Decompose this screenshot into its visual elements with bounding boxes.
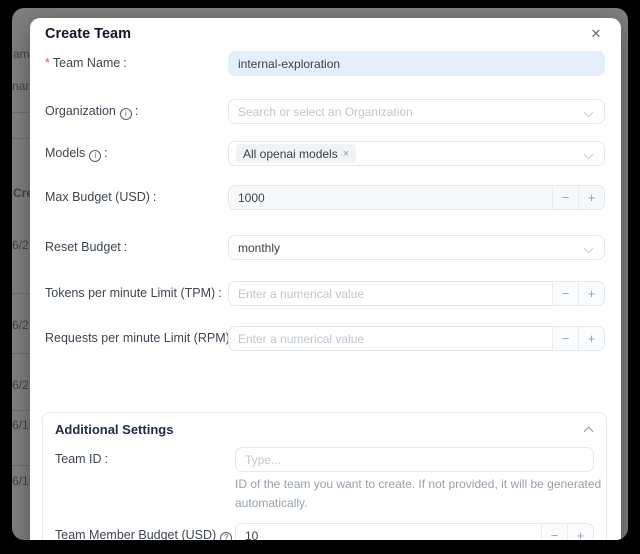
decrement-button[interactable]: − bbox=[552, 327, 578, 350]
additional-settings-title[interactable]: Additional Settings bbox=[55, 422, 173, 437]
team-member-budget-label: Team Member Budget (USD)?: bbox=[55, 523, 239, 540]
max-budget-field: − + bbox=[228, 185, 605, 210]
info-icon[interactable]: i bbox=[89, 150, 101, 162]
models-row: Modelsi: All openai models× bbox=[45, 141, 606, 166]
rpm-limit-row: Requests per minute Limit (RPM): − + bbox=[45, 326, 606, 351]
increment-button[interactable]: + bbox=[578, 282, 604, 305]
selected-model-tag[interactable]: All openai models× bbox=[236, 144, 356, 163]
background-table-fragment: 6/2 bbox=[12, 318, 29, 332]
rpm-limit-label: Requests per minute Limit (RPM): bbox=[45, 326, 236, 351]
models-multiselect[interactable]: All openai models× bbox=[228, 141, 605, 166]
background-table-fragment: nar bbox=[12, 79, 29, 93]
decrement-button[interactable]: − bbox=[541, 524, 567, 540]
chevron-up-icon[interactable] bbox=[584, 427, 594, 437]
team-member-budget-input[interactable] bbox=[236, 524, 541, 540]
background-table-fragment: 6/1 bbox=[12, 418, 29, 432]
team-id-row: Team ID: bbox=[55, 447, 596, 472]
team-name-input[interactable] bbox=[229, 52, 604, 75]
decrement-button[interactable]: − bbox=[552, 282, 578, 305]
organization-search-input[interactable] bbox=[229, 100, 604, 123]
reset-budget-select[interactable]: monthly bbox=[228, 235, 605, 260]
background-table-fragment: 6/1 bbox=[12, 474, 29, 488]
team-member-budget-row: Team Member Budget (USD)?: − + bbox=[55, 523, 596, 540]
max-budget-row: Max Budget (USD): − + bbox=[45, 185, 606, 210]
tpm-limit-row: Tokens per minute Limit (TPM): − + bbox=[45, 281, 606, 306]
help-icon[interactable]: ? bbox=[220, 532, 232, 541]
team-member-budget-field: − + bbox=[235, 523, 594, 540]
create-team-modal: Create Team ✕ *Team Name: Organizationi:… bbox=[30, 18, 621, 540]
info-icon[interactable]: i bbox=[120, 108, 132, 120]
close-icon[interactable]: ✕ bbox=[586, 24, 606, 44]
organization-row: Organizationi: bbox=[45, 99, 606, 124]
team-name-label: *Team Name: bbox=[45, 51, 127, 76]
max-budget-input[interactable] bbox=[229, 186, 552, 209]
models-label: Modelsi: bbox=[45, 141, 108, 166]
additional-settings-card: Additional Settings Team ID: ID of the t… bbox=[42, 412, 607, 540]
rpm-limit-field: − + bbox=[228, 326, 605, 351]
reset-budget-label: Reset Budget: bbox=[45, 235, 127, 260]
max-budget-label: Max Budget (USD): bbox=[45, 185, 156, 210]
tpm-limit-label: Tokens per minute Limit (TPM): bbox=[45, 281, 222, 306]
required-asterisk: * bbox=[45, 56, 50, 70]
background-table-fragment: 6/2 bbox=[12, 238, 29, 252]
modal-title: Create Team bbox=[45, 26, 131, 42]
team-id-help-text: ID of the team you want to create. If no… bbox=[235, 475, 607, 513]
increment-button[interactable]: + bbox=[578, 327, 604, 350]
team-id-field bbox=[235, 447, 594, 472]
tpm-limit-field: − + bbox=[228, 281, 605, 306]
dimmed-background-window: am nar Cre 6/2 6/2 6/2 6/1 6/1 Create Te… bbox=[12, 8, 628, 540]
background-table-fragment: 6/2 bbox=[12, 378, 29, 392]
team-id-input[interactable] bbox=[236, 448, 593, 471]
remove-tag-icon[interactable]: × bbox=[343, 148, 349, 160]
team-name-field bbox=[228, 51, 605, 76]
team-id-label: Team ID: bbox=[55, 447, 108, 472]
tpm-limit-input[interactable] bbox=[229, 282, 552, 305]
background-table-fragment: am bbox=[13, 47, 30, 61]
screenshot-root: am nar Cre 6/2 6/2 6/2 6/1 6/1 Create Te… bbox=[0, 0, 640, 554]
increment-button[interactable]: + bbox=[567, 524, 593, 540]
team-name-row: *Team Name: bbox=[45, 51, 606, 76]
rpm-limit-input[interactable] bbox=[229, 327, 552, 350]
decrement-button[interactable]: − bbox=[552, 186, 578, 209]
increment-button[interactable]: + bbox=[578, 186, 604, 209]
organization-label: Organizationi: bbox=[45, 99, 138, 124]
organization-select[interactable] bbox=[228, 99, 605, 124]
reset-budget-value: monthly bbox=[229, 241, 604, 255]
reset-budget-row: Reset Budget: monthly bbox=[45, 235, 606, 260]
chevron-down-icon bbox=[584, 150, 594, 160]
